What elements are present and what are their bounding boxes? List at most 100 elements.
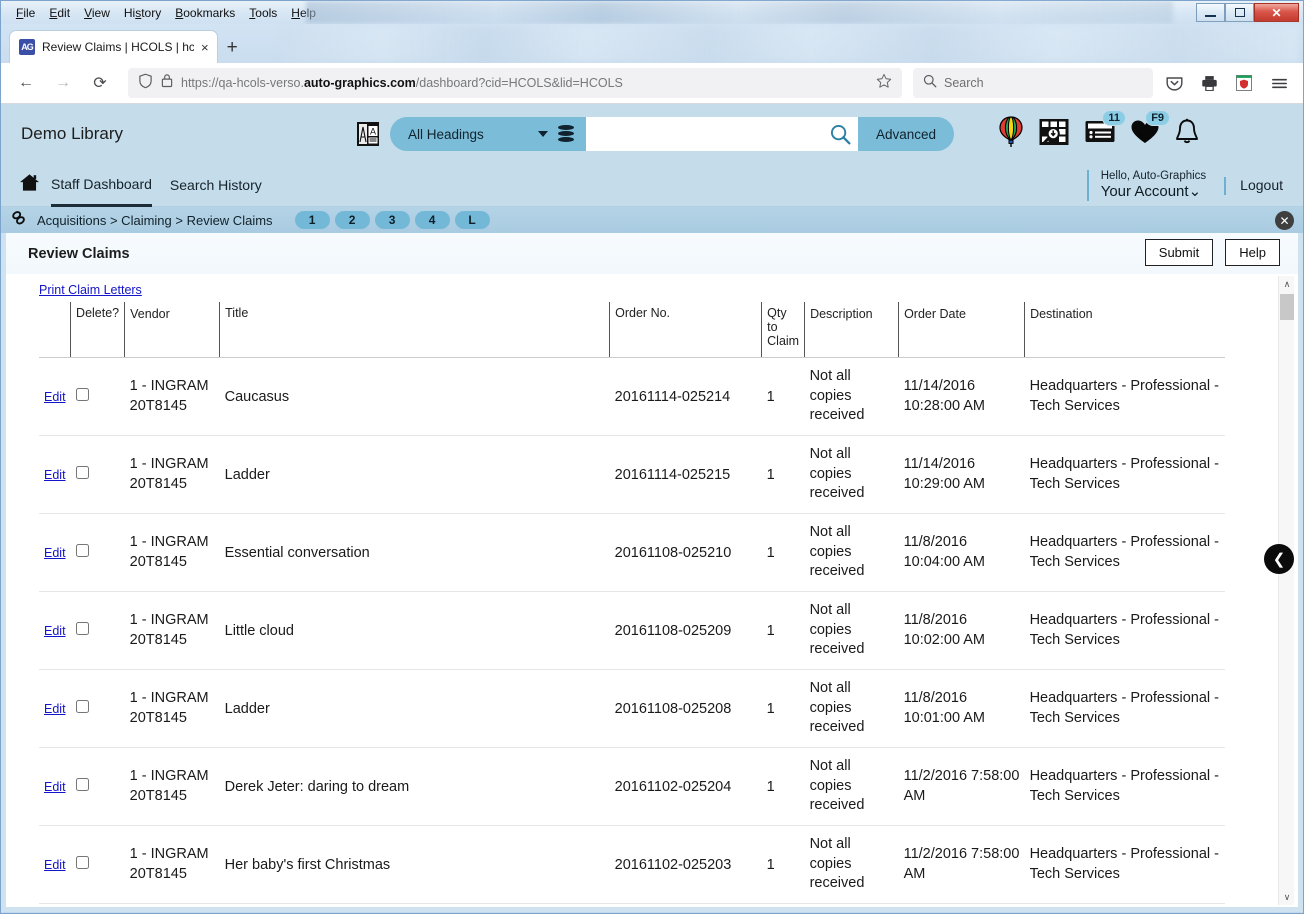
title-cell: Caucasus [219,357,610,436]
favorites-heart-icon[interactable]: F9 [1130,109,1171,150]
order-no-cell: 20161114-025215 [609,435,762,514]
app-header: Demo Library A All Headings Advanced 11 … [1,104,1303,164]
search-input[interactable] [586,117,822,151]
delete-checkbox[interactable] [75,700,89,713]
maximize-button[interactable] [1225,3,1254,22]
edit-link[interactable]: Edit [44,546,66,560]
scrollbar-thumb[interactable] [1280,294,1294,320]
order-date-cell: 11/2/2016 7:58:00 AM [898,747,1025,826]
title-cell: Ladder [219,669,610,748]
pocket-icon[interactable] [1160,69,1188,97]
balloon-icon[interactable] [998,115,1024,153]
your-account-menu[interactable]: Hello, Auto-Graphics Your Account⌄ [1086,170,1224,201]
pagination-pill-1[interactable]: 1 [294,211,330,229]
new-tab-button[interactable]: + [227,38,238,57]
description-cell: Not all copies received [804,825,899,904]
delete-checkbox[interactable] [75,622,89,635]
col-delete: Delete? [70,302,126,358]
lock-icon [161,73,173,93]
delete-checkbox[interactable] [75,778,89,791]
hamburger-menu-icon[interactable] [1265,69,1293,97]
collapse-panel-button[interactable]: ❮ [1264,544,1294,574]
qty-cell: 1 [761,513,805,592]
delete-cell [70,435,125,514]
inner-scrollbar[interactable]: ∧ ∨ [1278,276,1294,905]
delete-cell [70,669,125,748]
nav-staff-dashboard[interactable]: Staff Dashboard [51,164,152,207]
your-account-label[interactable]: Your Account⌄ [1101,183,1206,200]
browser-search-bar[interactable]: Search [913,68,1153,98]
vendor-cell: 1 - INGRAM 20T8145 [124,747,220,826]
menu-view[interactable]: View [77,4,117,22]
delete-cell [70,747,125,826]
search-scope-select[interactable]: All Headings [390,117,586,151]
close-icon[interactable]: ✕ [1275,211,1294,230]
title-cell: Little cloud [219,591,610,670]
title-cell: Essential conversation [219,513,610,592]
table-row: Edit 1 - INGRAM 20T8145 Essential conversa… [39,513,1225,592]
minimize-button[interactable] [1196,3,1225,22]
submit-button[interactable]: Submit [1144,239,1214,266]
pagination-pill-2[interactable]: 2 [334,211,370,229]
print-claim-letters-link[interactable]: Print Claim Letters [39,283,142,297]
visual-search-icon[interactable] [1038,116,1070,153]
edit-link[interactable]: Edit [44,390,66,404]
edit-link[interactable]: Edit [44,780,66,794]
url-bar[interactable]: https://qa-hcols-verso.auto-graphics.com… [128,68,902,98]
pagination-pill-4[interactable]: 4 [414,211,450,229]
database-icon[interactable] [558,125,574,143]
menu-tools[interactable]: Tools [242,4,284,22]
menu-file[interactable]: File [9,4,42,22]
destination-cell: Headquarters - Professional - Tech Servi… [1024,357,1225,436]
edit-link[interactable]: Edit [44,624,66,638]
tab-close-icon[interactable]: × [201,41,209,54]
delete-checkbox[interactable] [75,856,89,869]
scroll-up-icon[interactable]: ∧ [1279,276,1295,292]
delete-checkbox[interactable] [75,544,89,557]
menu-edit[interactable]: Edit [42,4,77,22]
scroll-down-icon[interactable]: ∨ [1279,889,1295,905]
menu-bar: File Edit View History Bookmarks Tools H… [1,1,1303,24]
nav-search-history[interactable]: Search History [170,165,262,205]
table-row: Edit 1 - INGRAM 20T8145 Ladder 20161108-025… [39,669,1225,748]
edit-link[interactable]: Edit [44,468,66,482]
advanced-search-button[interactable]: Advanced [858,117,955,151]
description-cell: Not all copies received [804,513,899,592]
edit-link[interactable]: Edit [44,858,66,872]
delete-cell [70,357,125,436]
order-date-cell: 11/14/2016 10:29:00 AM [898,435,1025,514]
lists-icon[interactable]: 11 [1084,109,1127,150]
delete-checkbox[interactable] [75,466,89,479]
qty-cell: 1 [761,669,805,748]
pagination-pill-3[interactable]: 3 [374,211,410,229]
delete-checkbox[interactable] [75,388,89,401]
home-icon[interactable] [19,173,40,197]
help-button[interactable]: Help [1225,239,1280,266]
search-submit-button[interactable] [822,117,858,151]
logout-link[interactable]: Logout [1240,177,1283,193]
qty-cell: 1 [761,357,805,436]
menu-bookmarks[interactable]: Bookmarks [168,4,242,22]
menu-history[interactable]: History [117,4,168,22]
chain-link-icon [11,210,28,231]
translate-icon[interactable]: A [356,121,380,147]
extension-shield-icon[interactable] [1230,69,1258,97]
pagination-pill-last[interactable]: L [454,211,490,229]
window-controls: ✕ [1196,3,1299,22]
print-icon[interactable] [1195,69,1223,97]
table-row: Edit 1 - INGRAM 20T8145 Her baby's first C… [39,825,1225,904]
breadcrumb: Acquisitions > Claiming > Review Claims [37,212,273,228]
tab-review-claims[interactable]: AG Review Claims | HCOLS | hcols × [9,30,218,63]
reload-button[interactable]: ⟳ [85,69,115,97]
edit-link[interactable]: Edit [44,702,66,716]
table-row: Edit 1 - INGRAM 20T8145 Ladder 20161114-025… [39,435,1225,514]
bookmark-star-icon[interactable] [876,73,892,94]
table-body: Edit 1 - INGRAM 20T8145 Caucasus 20161114-0… [39,357,1225,904]
close-window-button[interactable]: ✕ [1254,3,1299,22]
edit-cell: Edit [39,591,71,670]
order-date-cell: 11/14/2016 10:28:00 AM [898,357,1025,436]
back-button[interactable]: ← [11,69,41,97]
notifications-bell-icon[interactable] [1174,118,1200,151]
order-no-cell: 20161108-025208 [609,669,762,748]
forward-button[interactable]: → [48,69,78,97]
